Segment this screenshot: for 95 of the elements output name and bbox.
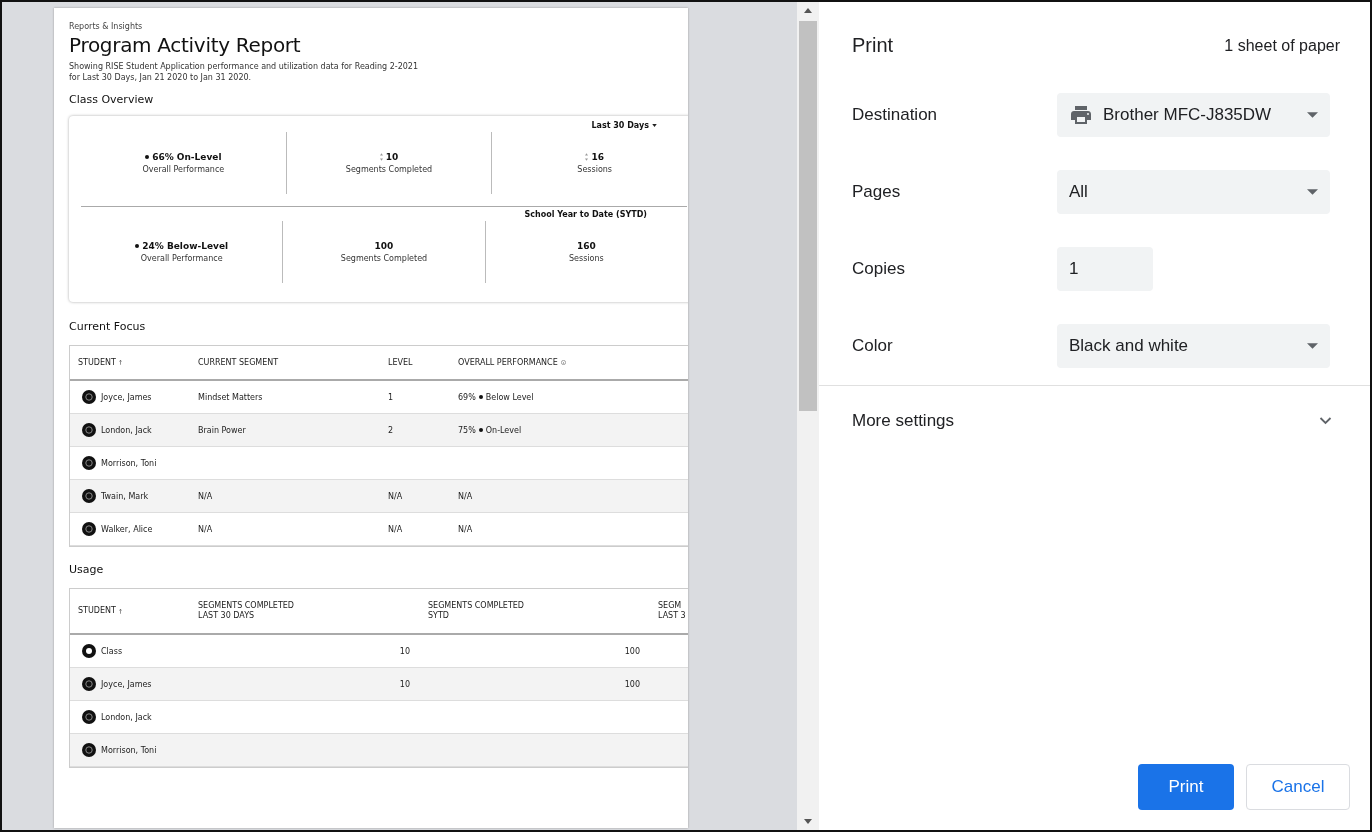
student-name: Morrison, Toni <box>101 458 157 468</box>
metric-label: Overall Performance <box>142 165 225 174</box>
section-heading: Current Focus <box>69 320 147 333</box>
avatar-icon <box>82 423 96 437</box>
table-cell: 100 <box>624 679 640 689</box>
scroll-thumb[interactable] <box>799 21 817 411</box>
dialog-title: Print <box>852 34 894 57</box>
student-name: Morrison, Toni <box>101 745 157 755</box>
metric-label: Segments Completed <box>345 165 433 174</box>
more-settings-toggle[interactable]: More settings <box>819 386 1370 456</box>
table-cell: 100 <box>624 646 640 656</box>
student-name: Joyce, James <box>101 679 152 689</box>
status-dot-icon <box>478 395 483 399</box>
metric-value: 24% Below-Level <box>142 241 229 251</box>
status-dot-icon <box>135 244 140 248</box>
setting-label: Color <box>852 336 894 356</box>
metric-value: 16 <box>591 152 604 162</box>
sort-icon[interactable] <box>118 608 122 614</box>
metric-value: 100 <box>374 241 394 251</box>
table-cell: N/A <box>458 524 473 534</box>
printer-icon <box>1069 103 1093 127</box>
column-header: SEGMENTS COMPLETED LAST 30 DAYS <box>198 601 294 621</box>
table-cell: 69% <box>458 392 476 402</box>
scrollbar[interactable] <box>797 2 819 830</box>
table-cell: Mindset Matters <box>198 392 263 402</box>
column-header: SEGM LAST 3 <box>658 601 686 621</box>
caret-icon <box>652 123 657 127</box>
print-button[interactable]: Print <box>1138 764 1234 810</box>
setting-label: Pages <box>852 182 902 202</box>
report-description: Showing RISE Student Application performance and utilization data for Reading 2-2021 for Last 30 Days, Jan 21 2020 to Jan 31 2020. <box>69 61 420 83</box>
avatar-icon <box>82 456 96 470</box>
table-cell: 75% <box>458 425 476 435</box>
table-cell: N/A <box>458 491 473 501</box>
section-heading: Usage <box>69 563 105 576</box>
metric-value: 160 <box>576 241 596 251</box>
status-dot-icon <box>145 155 150 159</box>
dropdown-icon <box>1307 112 1318 118</box>
info-icon[interactable] <box>560 360 566 365</box>
select-field[interactable]: Black and white <box>1057 324 1330 368</box>
table-cell: N/A <box>388 524 403 534</box>
table-cell: N/A <box>198 524 213 534</box>
breadcrumb: Reports & Insights <box>69 22 144 31</box>
dropdown-icon <box>1307 343 1318 349</box>
setting-label: Destination <box>852 105 939 125</box>
scroll-down-icon[interactable] <box>804 819 812 824</box>
avatar-icon <box>82 522 96 536</box>
column-header: OVERALL PERFORMANCE <box>458 358 558 367</box>
table-cell: Brain Power <box>198 425 246 435</box>
avatar-icon <box>82 677 96 691</box>
metric-label: Segments Completed <box>340 254 428 263</box>
student-name: Class <box>101 646 123 656</box>
avatar-icon <box>82 390 96 404</box>
sort-icon[interactable] <box>118 360 122 365</box>
table-cell: 10 <box>399 679 410 689</box>
column-header: LEVEL <box>388 358 413 367</box>
arrows-icon <box>585 153 589 161</box>
table-cell: 1 <box>388 392 394 402</box>
metric-value: 10 <box>385 152 399 162</box>
table-cell: N/A <box>198 491 213 501</box>
metric-value: 66% On-Level <box>152 152 222 162</box>
student-name: London, Jack <box>101 425 152 435</box>
period-label: School Year to Date (SYTD) <box>524 209 647 219</box>
metric-label: Sessions <box>568 254 604 263</box>
student-name: Joyce, James <box>101 392 152 402</box>
period-dropdown[interactable]: Last 30 Days <box>591 120 657 130</box>
student-name: Twain, Mark <box>101 491 149 501</box>
select-field[interactable]: All <box>1057 170 1330 214</box>
select-field[interactable]: Brother MFC-J835DW <box>1057 93 1330 137</box>
metric-label: Sessions <box>577 165 613 174</box>
avatar-icon <box>82 710 96 724</box>
avatar-icon <box>82 743 96 757</box>
table-cell: 2 <box>388 425 394 435</box>
sheet-count: 1 sheet of paper <box>1224 36 1340 55</box>
section-heading: Class Overview <box>69 93 155 106</box>
student-name: London, Jack <box>101 712 152 722</box>
status-dot-icon <box>478 428 483 432</box>
arrows-icon <box>379 153 383 161</box>
avatar-icon <box>82 489 96 503</box>
copies-field[interactable]: 1 <box>1057 247 1153 291</box>
report-title: Program Activity Report <box>69 33 302 57</box>
cancel-button[interactable]: Cancel <box>1246 764 1350 810</box>
column-header: STUDENT <box>78 606 116 616</box>
table-cell: N/A <box>388 491 403 501</box>
scroll-up-icon[interactable] <box>804 8 812 13</box>
column-header: CURRENT SEGMENT <box>198 358 279 367</box>
column-header: SEGMENTS COMPLETED SYTD <box>428 601 524 621</box>
column-header: STUDENT <box>78 358 116 367</box>
class-icon <box>82 644 96 658</box>
student-name: Walker, Alice <box>101 524 153 534</box>
status-label: Below Level <box>485 392 534 402</box>
dropdown-icon <box>1307 189 1318 195</box>
status-label: On-Level <box>485 425 522 435</box>
metric-label: Overall Performance <box>140 254 223 263</box>
setting-label: Copies <box>852 259 906 279</box>
table-cell: 10 <box>399 646 410 656</box>
